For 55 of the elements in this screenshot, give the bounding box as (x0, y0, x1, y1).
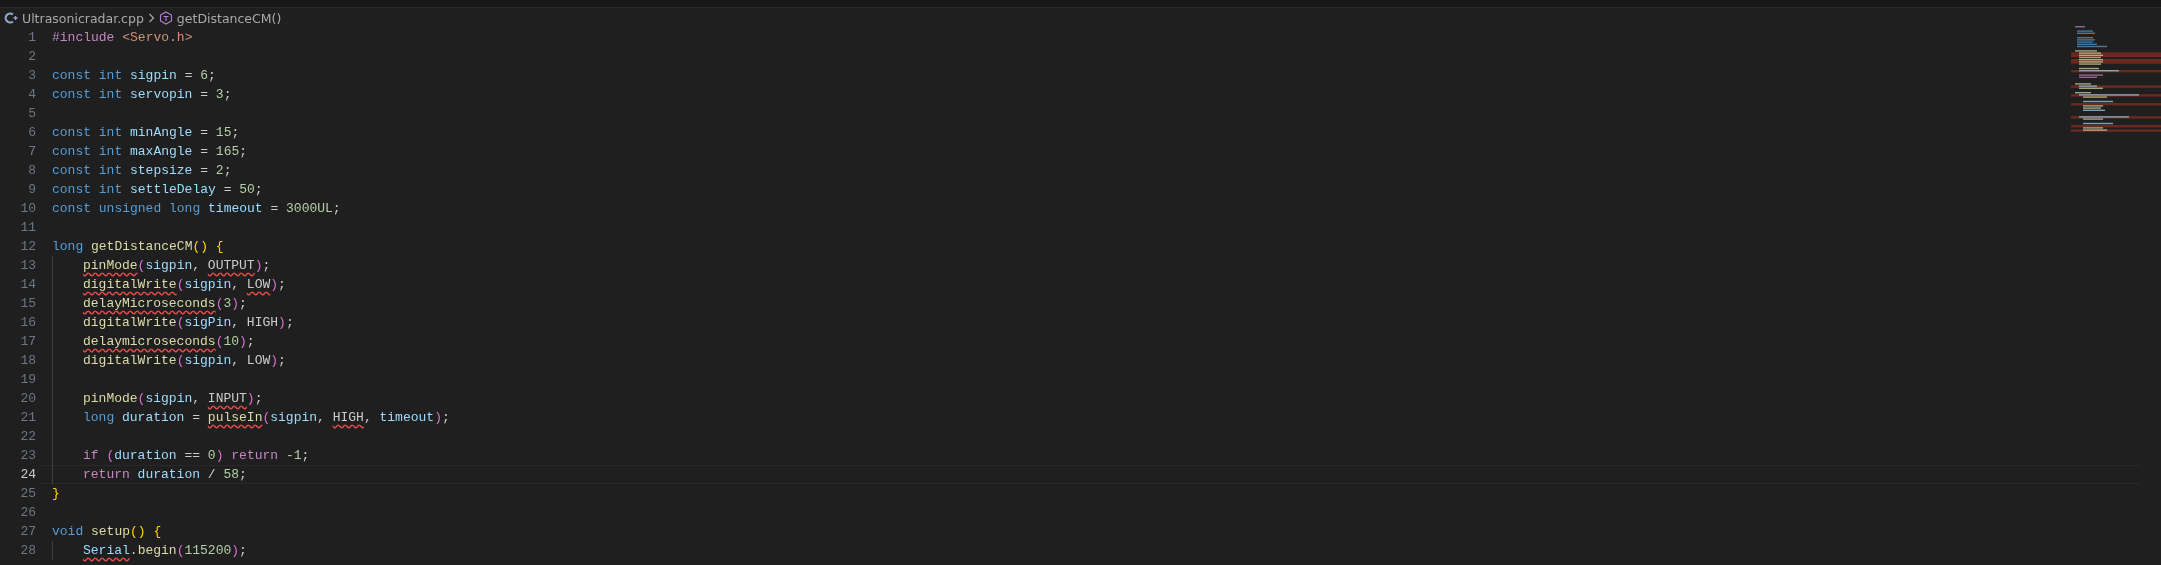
code-line: if (duration == 0) return -1; (83, 448, 310, 463)
code-line: return duration / 58; (83, 467, 247, 482)
line-number: 15 (19, 296, 36, 311)
line-number: 17 (19, 334, 36, 349)
code-line: long duration = pulseIn(sigpin, HIGH, timeout); (83, 410, 450, 425)
line-number: 25 (19, 486, 36, 501)
line-number: 7 (27, 144, 36, 159)
line-number: 19 (19, 372, 36, 387)
line-number: 27 (19, 524, 36, 539)
line-number: 5 (27, 106, 36, 121)
line-number: 4 (27, 87, 36, 102)
symbol-name[interactable]: getDistanceCM() (176, 10, 282, 26)
line-number: 1 (27, 30, 36, 45)
line-number: 2 (27, 49, 36, 64)
line-number: 14 (19, 277, 36, 292)
chevron-right-icon (147, 13, 155, 23)
line-number: 3 (27, 68, 36, 83)
line-number: 8 (27, 163, 36, 178)
line-number: 10 (19, 201, 36, 216)
line-number: 20 (19, 391, 36, 406)
line-number: 28 (19, 543, 36, 558)
code-line: delayMicroseconds(3); (83, 296, 247, 311)
line-number: 16 (19, 315, 36, 330)
code-line: const int sigpin = 6; (52, 68, 216, 83)
line-number: 13 (19, 258, 36, 273)
line-number: 23 (19, 448, 36, 463)
code-line: digitalWrite(sigpin, LOW); (83, 277, 286, 292)
code-line: void setup() { (52, 524, 162, 539)
code-line: const int minAngle = 15; (52, 125, 240, 140)
line-number: 18 (19, 353, 36, 368)
cpp-file-icon (4, 11, 18, 25)
code-line: const int stepsize = 2; (52, 163, 232, 178)
code-line: Serial.begin(115200); (83, 543, 247, 558)
code-line: digitalWrite(sigpin, LOW); (83, 353, 286, 368)
code-line: const int settleDelay = 50; (52, 182, 263, 197)
line-number: 12 (19, 239, 36, 254)
code-line: pinMode(sigpin, OUTPUT); (83, 258, 271, 273)
line-number: 24 (19, 467, 36, 482)
code-line: const int servopin = 3; (52, 87, 232, 102)
code-line: } (52, 486, 60, 501)
code-line: long getDistanceCM() { (52, 239, 224, 254)
line-number: 9 (27, 182, 36, 197)
code-line: digitalWrite(sigPin, HIGH); (83, 315, 294, 330)
line-number: 6 (27, 125, 36, 140)
code-line: #include <Servo.h> (52, 30, 193, 45)
code-line: delaymicroseconds(10); (83, 334, 255, 349)
code-line: const unsigned long timeout = 3000UL; (52, 201, 341, 216)
line-number: 22 (19, 429, 36, 444)
cube-icon (158, 11, 173, 25)
code-line: const int maxAngle = 165; (52, 144, 248, 159)
code-line: pinMode(sigpin, INPUT); (83, 391, 263, 406)
line-number: 11 (19, 220, 36, 235)
file-name[interactable]: Ultrasonicradar.cpp (22, 10, 144, 26)
line-number: 21 (19, 410, 36, 425)
line-number: 26 (19, 505, 36, 520)
